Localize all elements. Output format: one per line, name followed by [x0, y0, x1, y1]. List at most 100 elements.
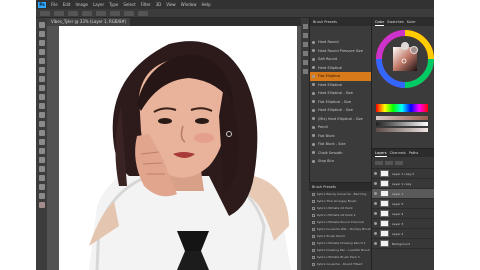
- layer-row[interactable]: Layer 1: [372, 189, 434, 199]
- menu-file[interactable]: File: [51, 0, 58, 9]
- visibility-eye-icon[interactable]: [374, 222, 377, 225]
- brush-preset-item[interactable]: Hard Round: [310, 38, 371, 47]
- tool-preset-item[interactable]: Kyle's Brush Pencil: [309, 233, 371, 240]
- checkbox-icon[interactable]: [312, 200, 315, 203]
- menu-layer[interactable]: Layer: [93, 0, 104, 9]
- visibility-eye-icon[interactable]: [374, 242, 377, 245]
- checkbox-icon[interactable]: [312, 263, 315, 266]
- hand-tool-icon[interactable]: [38, 184, 45, 190]
- zoom-tool-icon[interactable]: [38, 193, 45, 199]
- tab-kuler[interactable]: Kuler: [407, 18, 416, 26]
- menu-filter[interactable]: Filter: [141, 0, 151, 9]
- tab-layers[interactable]: Layers: [375, 149, 387, 157]
- brush-preset-item[interactable]: Chalk Smooth: [310, 149, 371, 158]
- blur-tool-icon[interactable]: [38, 130, 45, 136]
- layer-row[interactable]: Layer 1 copy: [372, 179, 434, 189]
- healing-brush-tool-icon[interactable]: [38, 76, 45, 82]
- lasso-tool-icon[interactable]: [38, 40, 45, 46]
- brush-preset-item[interactable]: Flat Elliptical: [310, 72, 371, 81]
- background-color-swatch[interactable]: [401, 42, 409, 50]
- airbrush-icon[interactable]: [138, 10, 148, 16]
- color-spectrum-bar[interactable]: [376, 104, 428, 112]
- canvas[interactable]: [59, 26, 297, 270]
- tab-color[interactable]: Color: [375, 18, 385, 26]
- brush-preset-item[interactable]: Hard Elliptical: [310, 64, 371, 73]
- brush-preset-item[interactable]: Hard Elliptical - Size: [310, 106, 371, 115]
- layer-opacity-field[interactable]: [395, 160, 403, 165]
- tool-preset-item[interactable]: Kyle's Blocky Gouache - Bad Dog: [309, 191, 371, 198]
- pen-tool-icon[interactable]: [38, 148, 45, 154]
- tool-preset-item[interactable]: Kyle's Ultimate Drawing Pencil 2: [309, 240, 371, 247]
- brush-preset-item[interactable]: Hard Round Pressure Size: [310, 47, 371, 56]
- menu-select[interactable]: Select: [123, 0, 135, 9]
- brush-preset-item[interactable]: Flat Elliptical - Size: [310, 98, 371, 107]
- clone-source-icon[interactable]: [302, 51, 308, 56]
- toggle-brush-panel-icon[interactable]: [68, 10, 78, 16]
- eyedropper-tool-icon[interactable]: [38, 67, 45, 73]
- tool-preset-item[interactable]: Kyle's Drawing Pen - Leadhill Brush: [309, 247, 371, 254]
- pressure-opacity-icon[interactable]: [110, 10, 120, 16]
- checkbox-icon[interactable]: [312, 214, 315, 217]
- checkbox-icon[interactable]: [312, 221, 315, 224]
- checkbox-icon[interactable]: [312, 207, 315, 210]
- checkbox-icon[interactable]: [312, 242, 315, 245]
- value-slider[interactable]: [376, 122, 428, 126]
- tool-preset-item[interactable]: Kyle's Ultimate Brush Pack 3: [309, 254, 371, 261]
- visibility-eye-icon[interactable]: [374, 232, 377, 235]
- menu-window[interactable]: Window: [181, 0, 197, 9]
- brush-preset-item[interactable]: Hard Elliptical: [310, 81, 371, 90]
- dodge-tool-icon[interactable]: [38, 139, 45, 145]
- hue-slider[interactable]: [376, 116, 428, 120]
- menu-view[interactable]: View: [166, 0, 176, 9]
- layer-row[interactable]: Layer 5: [372, 199, 434, 209]
- tone-slider[interactable]: [376, 128, 428, 132]
- path-selection-tool-icon[interactable]: [38, 166, 45, 172]
- eraser-tool-icon[interactable]: [38, 112, 45, 118]
- checkbox-icon[interactable]: [312, 256, 315, 259]
- brush-preset-item[interactable]: Hard Elliptical - Size: [310, 89, 371, 98]
- tool-preset-item[interactable]: Kyle's Ultimate Oil Paint 2: [309, 212, 371, 219]
- layer-row[interactable]: Layer 1 copy 2: [372, 169, 434, 179]
- layer-row[interactable]: Background: [372, 239, 434, 249]
- history-panel-icon[interactable]: [302, 24, 308, 29]
- brush-panel-icon[interactable]: [302, 42, 308, 47]
- brush-preset-item[interactable]: (Mix) Hard Elliptical - Size: [310, 115, 371, 124]
- tab-swatches[interactable]: Swatches: [387, 18, 404, 26]
- visibility-eye-icon[interactable]: [374, 202, 377, 205]
- clone-stamp-tool-icon[interactable]: [38, 94, 45, 100]
- opacity-field[interactable]: [96, 10, 106, 16]
- shape-tool-icon[interactable]: [38, 175, 45, 181]
- tool-preset-item[interactable]: Kyle's Gouache Wet - Stumpy Brush: [309, 226, 371, 233]
- brush-preset-item[interactable]: Flat Blunt: [310, 132, 371, 141]
- crop-tool-icon[interactable]: [38, 58, 45, 64]
- layer-filter-dropdown[interactable]: [375, 160, 383, 165]
- brush-preset-item[interactable]: Stop Blur: [310, 157, 371, 166]
- visibility-eye-icon[interactable]: [374, 172, 377, 175]
- tool-preset-item[interactable]: Kyle's Gouache - Round Filbert: [309, 261, 371, 268]
- blend-mode-dropdown[interactable]: [385, 160, 393, 165]
- marquee-tool-icon[interactable]: [38, 31, 45, 37]
- checkbox-icon[interactable]: [312, 235, 315, 238]
- visibility-eye-icon[interactable]: [374, 212, 377, 215]
- history-brush-tool-icon[interactable]: [38, 103, 45, 109]
- menu-help[interactable]: Help: [201, 0, 210, 9]
- layer-row[interactable]: Layer 3: [372, 219, 434, 229]
- tool-preset-item[interactable]: Kyle's Thai Grungey Brush: [309, 198, 371, 205]
- visibility-eye-icon[interactable]: [374, 192, 377, 195]
- menu-edit[interactable]: Edit: [63, 0, 71, 9]
- menu-image[interactable]: Image: [75, 0, 88, 9]
- checkbox-icon[interactable]: [312, 249, 315, 252]
- canvas-area[interactable]: [47, 26, 301, 270]
- foreground-color-swatch[interactable]: [410, 46, 418, 54]
- menu-type[interactable]: Type: [109, 0, 118, 9]
- gradient-tool-icon[interactable]: [38, 121, 45, 127]
- layer-row[interactable]: Layer 4: [372, 209, 434, 219]
- mode-dropdown[interactable]: [82, 10, 92, 16]
- magic-wand-tool-icon[interactable]: [38, 49, 45, 55]
- checkbox-icon[interactable]: [312, 193, 315, 196]
- color-wheel[interactable]: [376, 30, 434, 88]
- tool-preset-item[interactable]: Kyle's Ultimate Round Charcoal: [309, 219, 371, 226]
- brush-preset-item[interactable]: Flat Blunt - Size: [310, 140, 371, 149]
- character-panel-icon[interactable]: [302, 60, 308, 65]
- menu-3d[interactable]: 3D: [156, 0, 162, 9]
